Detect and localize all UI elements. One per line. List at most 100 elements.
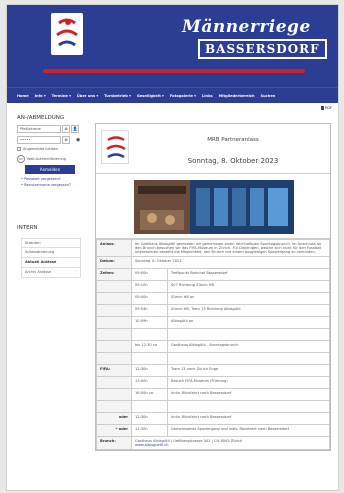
row-label: Datum: (96, 256, 132, 269)
intern-item-label: Statuten (25, 241, 41, 245)
row-time (131, 328, 168, 341)
forgot-password-link[interactable]: • Passwort vergessen? (21, 177, 81, 181)
login-panel: AN-/ABMELDUNG Pfeßintreue ⊗ 👤 ••••• ⊗ ◉ … (17, 115, 81, 189)
clear-password-icon[interactable]: ⊗ (62, 136, 70, 144)
nav-info[interactable]: Info ▾ (35, 94, 46, 98)
intern-item-statuten[interactable]: Statuten (21, 238, 81, 248)
remember-label: Angemeldet bleiben (23, 147, 59, 151)
row-text-cell: Gasthaus Albisgütli | Uetlibergstrasse 3… (131, 436, 330, 450)
row-time: 13:00h (131, 376, 168, 389)
nav-turnbetrieb[interactable]: Turnbetrieb ▾ (104, 94, 131, 98)
club-subtitle: BASSERSDORF (198, 39, 327, 59)
row-label: oder (96, 412, 132, 425)
table-row: Brunch: Gasthaus Albisgütli | Uetlibergst… (96, 436, 330, 450)
intern-item-adressaenderung[interactable]: Adressänderung (21, 248, 81, 258)
row-time: 12:30h (131, 364, 168, 377)
pdf-icon (320, 106, 324, 110)
row-time: 09:00h (131, 268, 168, 281)
nav-termine[interactable]: Termine ▾ (52, 94, 71, 98)
nav-home[interactable]: Home (17, 94, 29, 98)
row-time: 12:30h (131, 412, 168, 425)
table-row: 09:54h Zürich HB, Tram 13 Richtung Albisg… (96, 304, 330, 317)
row-text: Treffpunkt Bahnhof Bassersdorf (167, 268, 330, 281)
checkbox-box[interactable] (17, 147, 21, 151)
row-label (96, 292, 132, 305)
row-text: Zürich HB an (167, 292, 330, 305)
page-frame: Männerriege BASSERSDORF Home Info ▾ Term… (6, 4, 339, 491)
row-text: Zürich HB, Tram 13 Richtung Albisgütli (167, 304, 330, 317)
webauth-icon: ID (17, 155, 25, 163)
club-logo[interactable] (51, 13, 83, 55)
header-divider (43, 69, 305, 73)
intern-item-label: Adressänderung (25, 250, 55, 254)
nav-mitgliederbereich[interactable]: Mitgliederbereich (219, 94, 255, 98)
remember-checkbox[interactable]: Angemeldet bleiben (17, 147, 81, 151)
table-row: bis 12:30 ca Gasthaus Albisgütli - Sonnta… (96, 340, 330, 353)
row-label (96, 280, 132, 293)
login-heading: AN-/ABMELDUNG (17, 115, 65, 121)
row-text (167, 328, 330, 341)
intern-heading: INTERN (17, 225, 38, 231)
row-text: Albisgütli an (167, 316, 330, 329)
table-row: Datum: Sonntag, 8. Oktober 2023 (96, 256, 330, 269)
nav-fotogalerie[interactable]: Fotogalerie ▾ (170, 94, 196, 98)
albisguetli-link[interactable]: www.albisguetli.ch (135, 443, 326, 447)
clear-user-icon[interactable]: ⊗ (62, 125, 70, 133)
row-label: Anlass: (96, 239, 132, 257)
table-row: Zeiten: 09:00h Treffpunkt Bahnhof Bassersd… (96, 268, 330, 281)
row-text: Tram 13 nach Zürich Enge (167, 364, 330, 377)
nav-links[interactable]: Links (202, 94, 213, 98)
row-time (131, 352, 168, 365)
row-label: FIFA: (96, 364, 132, 377)
row-text (167, 400, 330, 413)
row-label (96, 340, 132, 353)
event-card: MRB Partneranlass Sonntag, 8. Oktober 20… (95, 123, 331, 451)
event-photo (96, 174, 330, 239)
row-time: bis 12:30 ca (131, 340, 168, 353)
row-label: * oder (96, 424, 132, 437)
webauth-button[interactable]: ID Web-Authentifizierung (17, 155, 81, 163)
event-details-table: Anlass: Im Gasthaus Albisgütli geniessen … (96, 239, 330, 450)
row-text: Besuch FIFA-Museum (Führung) (167, 376, 330, 389)
table-row: Anlass: Im Gasthaus Albisgütli geniessen … (96, 239, 330, 257)
row-time: 09:40h (131, 292, 168, 305)
pdf-label: PDF (324, 105, 332, 110)
login-button[interactable]: Anmelden (25, 165, 75, 174)
table-row: 09:40h Zürich HB an (96, 292, 330, 305)
username-input[interactable]: Pfeßintreue (17, 125, 61, 133)
row-label (96, 400, 132, 413)
nav-geselligkeit[interactable]: Geselligkeit ▾ (137, 94, 164, 98)
event-date-heading: Sonntag, 8. Oktober 2023 (187, 157, 279, 165)
forgot-username-link[interactable]: • Benutzername vergessen? (21, 183, 81, 187)
table-row (96, 352, 330, 365)
show-password-icon[interactable]: ◉ (76, 137, 80, 143)
table-row: 10:09h Albisgütli an (96, 316, 330, 329)
row-label (96, 328, 132, 341)
main-nav: Home Info ▾ Termine ▾ Über uns ▾ Turnbet… (7, 87, 338, 103)
table-row (96, 400, 330, 413)
intern-item-aktuell[interactable]: Aktuell Anlässe (21, 258, 81, 268)
row-label (96, 376, 132, 389)
table-row: FIFA: 12:30h Tram 13 nach Zürich Enge (96, 364, 330, 377)
site-header: Männerriege BASSERSDORF (7, 5, 338, 87)
event-header: MRB Partneranlass Sonntag, 8. Oktober 20… (96, 124, 330, 174)
table-row: * oder 12:30h Gemeinsamer Spaziergang und … (96, 424, 330, 437)
nav-ueber-uns[interactable]: Über uns ▾ (77, 94, 98, 98)
pdf-button[interactable]: PDF (320, 105, 332, 110)
intern-item-label: Archiv Anlässe (25, 270, 52, 274)
event-title: MRB Partneranlass (207, 137, 259, 143)
row-text: Gemeinsamer Spaziergang und indiv. Rückf… (167, 424, 330, 437)
club-title: Männerriege (182, 17, 311, 37)
intern-menu: Statuten Adressänderung Aktuell Anlässe … (21, 238, 81, 278)
intern-item-archiv[interactable]: Archiv Anlässe › (21, 268, 81, 278)
user-icon: 👤 (71, 125, 79, 133)
password-input[interactable]: ••••• (17, 136, 61, 144)
table-row: 16:00h ca. Indiv. Rückfahrt nach Bassersd… (96, 388, 330, 401)
table-row (96, 328, 330, 341)
row-label (96, 316, 132, 329)
nav-suchen[interactable]: Suchen (261, 94, 276, 98)
row-text (167, 352, 330, 365)
table-row: 13:00h Besuch FIFA-Museum (Führung) (96, 376, 330, 389)
intern-item-label: Aktuell Anlässe (25, 260, 57, 264)
row-time: 12:30h (131, 424, 168, 437)
